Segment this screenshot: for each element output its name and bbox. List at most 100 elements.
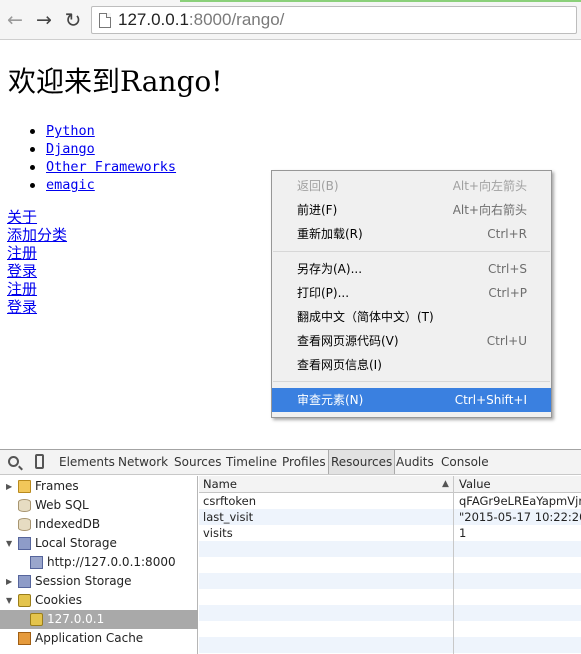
tree-item-session-storage[interactable]: ▶ Session Storage bbox=[0, 572, 198, 591]
tree-item-label: Cookies bbox=[35, 593, 82, 607]
devtools-panel: Elements Network Sources Timeline Profil… bbox=[0, 449, 581, 654]
menu-item-label: 查看网页源代码(V) bbox=[297, 334, 399, 348]
menu-item-shortcut: Ctrl+U bbox=[486, 334, 527, 348]
category-link-python[interactable]: Python bbox=[46, 123, 95, 139]
sort-ascending-icon[interactable]: ▲ bbox=[442, 476, 449, 492]
menu-item-label: 另存为(A)... bbox=[297, 262, 363, 276]
storage-grid-icon bbox=[18, 575, 31, 588]
tree-item-label: Frames bbox=[35, 479, 79, 493]
empty-row bbox=[199, 589, 581, 605]
forward-button[interactable]: → bbox=[33, 9, 55, 31]
menu-separator bbox=[273, 251, 550, 252]
page-icon bbox=[99, 13, 111, 28]
cookie-name: last_visit bbox=[203, 510, 254, 524]
search-icon[interactable] bbox=[8, 456, 19, 467]
cookies-table: csrftoken qFAGr9eLREaYapmVjra last_visit… bbox=[199, 476, 581, 654]
column-divider[interactable] bbox=[453, 476, 454, 654]
category-link-other-frameworks[interactable]: Other Frameworks bbox=[46, 159, 176, 175]
tab-timeline[interactable]: Timeline bbox=[226, 450, 277, 474]
tree-item-application-cache[interactable]: Application Cache bbox=[0, 629, 198, 648]
url-host: 127.0.0.1 bbox=[118, 10, 189, 29]
menu-item-forward[interactable]: 前进(F) Alt+向右箭头 bbox=[272, 198, 551, 222]
add-category-link[interactable]: 添加分类 bbox=[7, 226, 67, 244]
menu-item-label: 翻成中文（简体中文）(T) bbox=[297, 310, 434, 324]
expand-arrow-icon[interactable]: ▶ bbox=[6, 572, 12, 591]
register-link-2[interactable]: 注册 bbox=[7, 280, 67, 298]
empty-row bbox=[199, 605, 581, 621]
menu-item-label: 返回(B) bbox=[297, 179, 339, 193]
category-link-django[interactable]: Django bbox=[46, 141, 95, 157]
tab-sources[interactable]: Sources bbox=[174, 450, 221, 474]
reload-button[interactable]: ↻ bbox=[62, 9, 84, 31]
table-row[interactable]: csrftoken qFAGr9eLREaYapmVjra bbox=[199, 493, 581, 509]
cookie-value: "2015-05-17 10:22:20.2 bbox=[459, 510, 581, 524]
tree-item-web-sql[interactable]: Web SQL bbox=[0, 496, 198, 515]
url-text[interactable]: 127.0.0.1:8000/rango/ bbox=[118, 10, 284, 30]
cookie-name: csrftoken bbox=[203, 494, 257, 508]
menu-item-label: 重新加载(R) bbox=[297, 227, 363, 241]
table-header: Name ▲ Value bbox=[199, 476, 581, 493]
menu-item-shortcut: Alt+向右箭头 bbox=[452, 203, 527, 217]
app-cache-icon bbox=[18, 632, 31, 645]
tab-console[interactable]: Console bbox=[441, 450, 489, 474]
cookie-icon bbox=[18, 594, 31, 607]
list-item: Other Frameworks bbox=[28, 158, 176, 176]
menu-item-page-info[interactable]: 查看网页信息(I) bbox=[272, 353, 551, 377]
menu-item-label: 前进(F) bbox=[297, 203, 338, 217]
cookie-value: 1 bbox=[459, 526, 467, 540]
table-row[interactable]: visits 1 bbox=[199, 525, 581, 541]
menu-item-shortcut: Alt+向左箭头 bbox=[452, 179, 527, 193]
tree-item-local-storage[interactable]: ▼ Local Storage bbox=[0, 534, 198, 553]
login-link[interactable]: 登录 bbox=[7, 262, 67, 280]
collapse-arrow-icon[interactable]: ▼ bbox=[6, 534, 12, 553]
menu-item-translate[interactable]: 翻成中文（简体中文）(T) bbox=[272, 305, 551, 329]
menu-item-shortcut: Ctrl+Shift+I bbox=[454, 393, 527, 407]
menu-item-reload[interactable]: 重新加载(R) Ctrl+R bbox=[272, 222, 551, 246]
column-header-name[interactable]: Name bbox=[203, 476, 237, 492]
tree-item-frames[interactable]: ▶ Frames bbox=[0, 477, 198, 496]
menu-item-shortcut: Ctrl+P bbox=[488, 286, 527, 300]
login-link-2[interactable]: 登录 bbox=[7, 298, 67, 316]
menu-item-print[interactable]: 打印(P)... Ctrl+P bbox=[272, 281, 551, 305]
category-list: Python Django Other Frameworks emagic bbox=[28, 122, 176, 194]
menu-item-view-source[interactable]: 查看网页源代码(V) Ctrl+U bbox=[272, 329, 551, 353]
address-bar[interactable]: 127.0.0.1:8000/rango/ bbox=[91, 6, 577, 34]
loading-line bbox=[180, 0, 581, 2]
menu-item-label: 查看网页信息(I) bbox=[297, 358, 382, 372]
list-item: emagic bbox=[28, 176, 176, 194]
register-link[interactable]: 注册 bbox=[7, 244, 67, 262]
devtools-tabbar: Elements Network Sources Timeline Profil… bbox=[0, 450, 581, 475]
resources-sidebar: ▶ Frames Web SQL IndexedDB ▼ Local Stora… bbox=[0, 476, 198, 654]
tree-item-label: Local Storage bbox=[35, 536, 117, 550]
database-icon bbox=[18, 518, 31, 531]
tab-network[interactable]: Network bbox=[118, 450, 168, 474]
context-menu: 返回(B) Alt+向左箭头 前进(F) Alt+向右箭头 重新加载(R) Ct… bbox=[271, 170, 552, 418]
tree-item-cookies[interactable]: ▼ Cookies bbox=[0, 591, 198, 610]
page-title: 欢迎来到Rango! bbox=[8, 65, 223, 98]
tab-profiles[interactable]: Profiles bbox=[282, 450, 326, 474]
cookie-icon bbox=[30, 613, 43, 626]
tree-item-local-storage-origin[interactable]: http://127.0.0.1:8000 bbox=[0, 553, 198, 572]
device-mode-icon[interactable] bbox=[35, 454, 44, 469]
menu-item-inspect-element[interactable]: 审查元素(N) Ctrl+Shift+I bbox=[272, 388, 551, 412]
category-link-emagic[interactable]: emagic bbox=[46, 177, 95, 193]
about-link[interactable]: 关于 bbox=[7, 208, 67, 226]
tab-resources[interactable]: Resources bbox=[328, 450, 396, 474]
table-row[interactable]: last_visit "2015-05-17 10:22:20.2 bbox=[199, 509, 581, 525]
collapse-arrow-icon[interactable]: ▼ bbox=[6, 591, 12, 610]
expand-arrow-icon[interactable]: ▶ bbox=[6, 477, 12, 496]
arrow-left-icon: ← bbox=[7, 9, 23, 31]
menu-item-back[interactable]: 返回(B) Alt+向左箭头 bbox=[272, 174, 551, 198]
back-button[interactable]: ← bbox=[4, 9, 26, 31]
tree-item-label: Application Cache bbox=[35, 631, 144, 645]
tree-item-indexeddb[interactable]: IndexedDB bbox=[0, 515, 198, 534]
menu-item-save-as[interactable]: 另存为(A)... Ctrl+S bbox=[272, 257, 551, 281]
tab-elements[interactable]: Elements bbox=[59, 450, 115, 474]
empty-row bbox=[199, 573, 581, 589]
tab-audits[interactable]: Audits bbox=[396, 450, 434, 474]
column-header-value[interactable]: Value bbox=[459, 476, 491, 492]
tree-item-label: IndexedDB bbox=[35, 517, 101, 531]
empty-row bbox=[199, 621, 581, 637]
tree-item-label: http://127.0.0.1:8000 bbox=[47, 555, 176, 569]
tree-item-cookie-domain[interactable]: 127.0.0.1 bbox=[0, 610, 198, 629]
